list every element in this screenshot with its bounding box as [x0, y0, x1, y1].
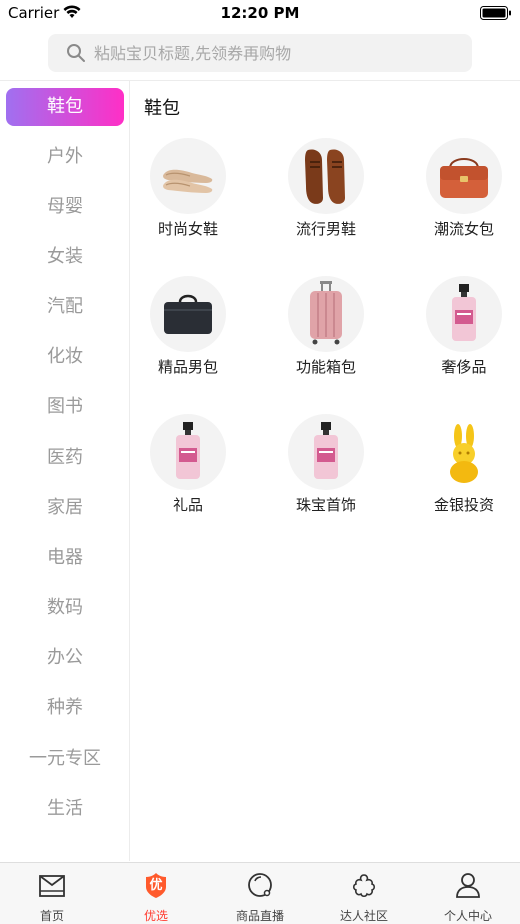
- sidebar-item-appliances[interactable]: 电器: [0, 539, 130, 577]
- mens-bag-icon: [150, 276, 226, 352]
- category-label: 奢侈品: [441, 358, 487, 376]
- tab-profile[interactable]: 个人中心: [416, 863, 520, 924]
- profile-icon: [456, 873, 480, 898]
- category-label: 潮流女包: [433, 220, 494, 238]
- status-bar: Carrier 12:20 PM: [0, 0, 520, 28]
- tab-selection[interactable]: 优 优选: [104, 863, 208, 924]
- tab-label: 达人社区: [339, 909, 388, 923]
- category-label: 金银投资: [433, 496, 494, 514]
- selection-badge-text: 优: [149, 878, 163, 893]
- category-gifts[interactable]: 礼品: [130, 406, 260, 516]
- perfume-icon: [150, 414, 226, 490]
- category-sidebar: 鞋包 户外 母婴 女装 汽配 化妆 图书 医药 家居 电器 数码 办公 种养 一…: [0, 81, 130, 861]
- tab-label: 首页: [39, 909, 64, 923]
- sidebar-item-life[interactable]: 生活: [0, 790, 130, 828]
- tab-community[interactable]: 达人社区: [312, 863, 416, 924]
- section-title: 鞋包: [144, 98, 180, 119]
- sidebar-item-digital[interactable]: 数码: [0, 589, 130, 627]
- tab-label: 商品直播: [235, 909, 284, 923]
- category-label: 功能箱包: [295, 358, 356, 376]
- live-icon: [248, 873, 272, 897]
- home-icon: [39, 875, 65, 897]
- sidebar-item-outdoor[interactable]: 户外: [0, 138, 130, 176]
- category-womens-bags[interactable]: 潮流女包: [406, 130, 520, 240]
- womens-shoes-icon: [150, 138, 226, 214]
- category-label: 精品男包: [157, 358, 218, 376]
- category-label: 礼品: [172, 496, 203, 514]
- tab-label: 优选: [143, 909, 168, 923]
- search-input[interactable]: [94, 34, 464, 72]
- sidebar-item-home[interactable]: 家居: [0, 489, 130, 527]
- clock: 12:20 PM: [220, 4, 300, 22]
- sidebar-item-medicine[interactable]: 医药: [0, 439, 130, 477]
- category-gold-silver[interactable]: 金银投资: [406, 406, 520, 516]
- sidebar-item-cosmetics[interactable]: 化妆: [0, 338, 130, 376]
- category-jewelry[interactable]: 珠宝首饰: [268, 406, 398, 516]
- gold-rabbit-icon: [426, 414, 502, 490]
- category-luggage[interactable]: 功能箱包: [268, 268, 398, 378]
- category-womens-shoes[interactable]: 时尚女鞋: [130, 130, 260, 240]
- womens-bag-icon: [426, 138, 502, 214]
- battery-icon: [480, 6, 511, 20]
- sidebar-item-books[interactable]: 图书: [0, 388, 130, 426]
- tab-label: 个人中心: [443, 909, 492, 923]
- tab-home[interactable]: 首页: [0, 863, 104, 924]
- sidebar-item-one-yuan[interactable]: 一元专区: [0, 740, 130, 778]
- sidebar-item-planting[interactable]: 种养: [0, 689, 130, 727]
- community-icon: [352, 874, 376, 898]
- search-icon: [67, 44, 85, 62]
- search-bar[interactable]: [48, 34, 472, 72]
- tab-live[interactable]: 商品直播: [208, 863, 312, 924]
- bottom-tab-bar: 首页 优 优选 商品直播 达人社区 个人中心: [0, 862, 520, 924]
- sidebar-item-auto-parts[interactable]: 汽配: [0, 288, 130, 326]
- luggage-icon: [288, 276, 364, 352]
- perfume-icon: [426, 276, 502, 352]
- category-mens-bags[interactable]: 精品男包: [130, 268, 260, 378]
- category-label: 流行男鞋: [295, 220, 356, 238]
- mens-shoes-icon: [288, 138, 364, 214]
- sidebar-item-office[interactable]: 办公: [0, 639, 130, 677]
- sidebar-item-shoes-bags[interactable]: 鞋包: [6, 88, 124, 126]
- category-label: 时尚女鞋: [157, 220, 218, 238]
- perfume-icon: [288, 414, 364, 490]
- category-mens-shoes[interactable]: 流行男鞋: [268, 130, 398, 240]
- category-label: 珠宝首饰: [295, 496, 356, 514]
- sidebar-item-womens-clothing[interactable]: 女装: [0, 238, 130, 276]
- sidebar-item-mother-baby[interactable]: 母婴: [0, 188, 130, 226]
- category-luxury[interactable]: 奢侈品: [406, 268, 520, 378]
